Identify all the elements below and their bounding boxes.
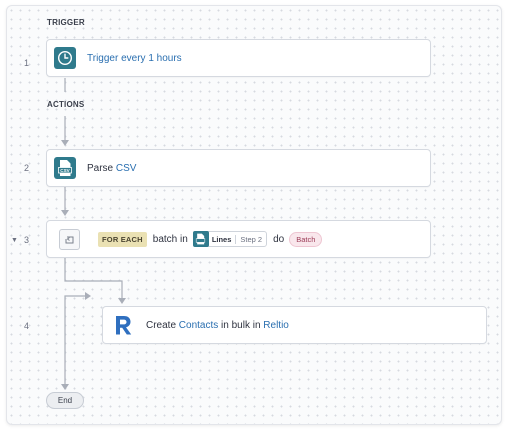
datapill-name: Lines: [212, 234, 237, 244]
step-number-4: 4: [23, 321, 29, 331]
batch-variable-tag: Batch: [289, 231, 323, 247]
parse-label: Parse: [87, 162, 116, 174]
batch-in-text: batch in: [152, 233, 188, 245]
csv-link[interactable]: CSV: [116, 163, 137, 174]
step-number-1: 1: [23, 58, 29, 68]
csv-mini-icon: [192, 230, 209, 247]
end-node[interactable]: End: [46, 392, 84, 409]
svg-text:CSV: CSV: [60, 168, 70, 173]
step-number-3: 3: [23, 235, 29, 245]
actions-section-label: ACTIONS: [47, 100, 85, 109]
trigger-label: Trigger every 1 hours: [87, 52, 182, 64]
step-2-parse-csv-card[interactable]: CSV Parse CSV: [46, 149, 431, 187]
create-label: Create: [146, 319, 179, 331]
step-1-trigger-card[interactable]: Trigger every 1 hours: [46, 39, 431, 77]
reltio-link[interactable]: Reltio: [263, 320, 289, 331]
reltio-logo: [112, 313, 134, 337]
recipe-canvas: TRIGGER 1 Trigger every 1 hours ACTIONS …: [6, 5, 502, 425]
repeat-icon: [59, 228, 80, 250]
step-number-2: 2: [23, 163, 29, 173]
clock-icon: [54, 47, 76, 69]
in-bulk-label: in bulk in: [218, 319, 264, 331]
do-text: do: [273, 233, 285, 245]
trigger-section-label: TRIGGER: [47, 18, 85, 27]
lines-datapill[interactable]: Lines Step 2: [192, 230, 268, 247]
step-3-foreach-card[interactable]: FOR EACH batch in Lines Step 2 do Batch: [46, 220, 431, 258]
foreach-keyword-tag: FOR EACH: [98, 231, 147, 247]
csv-icon: CSV: [54, 157, 76, 179]
step-4-create-contacts-card[interactable]: Create Contacts in bulk in Reltio: [102, 306, 487, 344]
contacts-link[interactable]: Contacts: [179, 320, 218, 331]
datapill-step: Step 2: [240, 234, 263, 244]
